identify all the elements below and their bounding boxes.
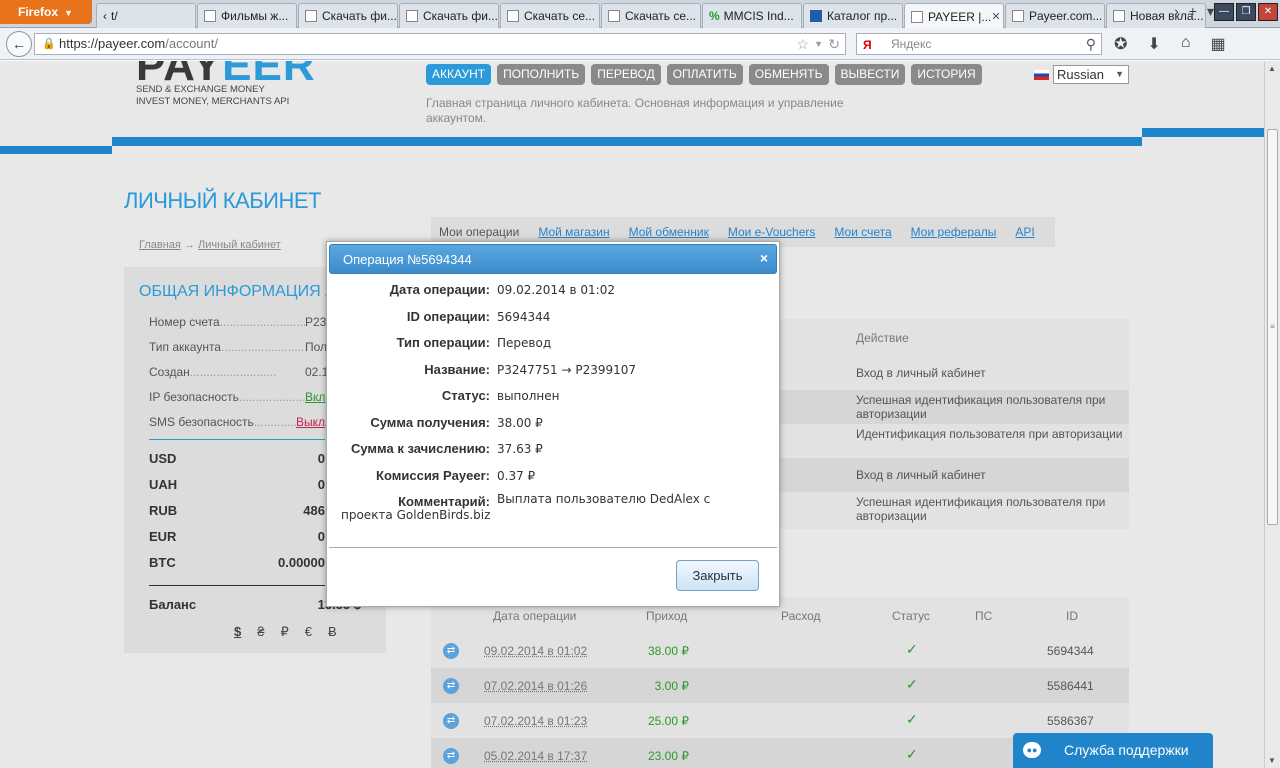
- tab-strip: ‹ t/ Фильмы ж... Скачать фи... Скачать фи…: [96, 3, 1207, 29]
- dialog-title: Операция №5694344: [343, 252, 472, 267]
- tab-4[interactable]: Скачать се...: [500, 3, 600, 28]
- field-label: ID операции:: [406, 309, 490, 324]
- comment-value: Выплата пользователю DedAlex с проекта G…: [341, 492, 711, 522]
- reload-icon[interactable]: ↻: [828, 34, 840, 54]
- page-icon: [406, 10, 418, 22]
- field-label: Комиссия Payeer:: [376, 468, 490, 483]
- page-icon: [204, 10, 216, 22]
- close-window-icon[interactable]: ✕: [1258, 3, 1278, 21]
- scrollbar[interactable]: ▲ ≡ ▼: [1264, 61, 1280, 768]
- bookmark-star-icon[interactable]: ☆: [796, 34, 809, 54]
- tab-9[interactable]: Payeer.com...: [1005, 3, 1105, 28]
- chevron-down-icon[interactable]: ▼: [814, 34, 823, 54]
- new-tab-icon[interactable]: +: [1189, 3, 1197, 20]
- page-icon: [305, 10, 317, 22]
- field-value: 0.37 ₽: [497, 469, 536, 483]
- scroll-right-icon[interactable]: ›: [1174, 3, 1179, 20]
- percent-icon: %: [709, 9, 720, 23]
- field-value: Перевод: [497, 336, 552, 350]
- scroll-down-icon[interactable]: ▼: [1268, 756, 1276, 765]
- support-button[interactable]: ●● Служба поддержки: [1013, 733, 1213, 768]
- browser-window: Firefox ▼ ‹ t/ Фильмы ж... Скачать фи... С…: [0, 0, 1280, 768]
- close-button[interactable]: Закрыть: [676, 560, 759, 591]
- back-button[interactable]: ←: [6, 31, 32, 57]
- field-label: Дата операции:: [389, 282, 490, 297]
- minimize-icon[interactable]: —: [1214, 3, 1234, 21]
- scroll-left-icon: ‹: [103, 9, 107, 23]
- tab-8-active[interactable]: PAYEER |... ✕: [904, 3, 1004, 29]
- yandex-icon[interactable]: Я: [863, 35, 872, 55]
- field-label: Статус:: [441, 388, 490, 403]
- page-icon: [507, 10, 519, 22]
- field-value: 38.00 ₽: [497, 416, 543, 430]
- bookmarks-icon[interactable]: ✪: [1114, 34, 1127, 54]
- scrollbar-thumb[interactable]: ≡: [1267, 129, 1278, 525]
- page-icon: [1012, 10, 1024, 22]
- field-label: Тип операции:: [396, 335, 490, 350]
- tab-1[interactable]: Фильмы ж...: [197, 3, 297, 28]
- field-label: Сумма получения:: [370, 415, 490, 430]
- tab-0[interactable]: ‹ t/: [96, 3, 196, 28]
- tab-bar: Firefox ▼ ‹ t/ Фильмы ж... Скачать фи... С…: [0, 0, 1280, 29]
- dialog-header[interactable]: Операция №5694344 ×: [329, 244, 777, 274]
- tab-5[interactable]: Скачать се...: [601, 3, 701, 28]
- scroll-up-icon[interactable]: ▲: [1268, 64, 1276, 73]
- restore-icon[interactable]: ❐: [1236, 3, 1256, 21]
- close-tab-icon[interactable]: ✕: [991, 6, 1000, 28]
- download-icon[interactable]: ⬇: [1147, 34, 1160, 54]
- divider: [329, 547, 777, 548]
- tab-6[interactable]: % MMCIS Ind...: [702, 3, 802, 28]
- field-value: 09.02.2014 в 01:02: [497, 283, 615, 297]
- search-icon[interactable]: ⚲: [1086, 34, 1096, 54]
- page-icon: [1113, 10, 1125, 22]
- page-content: PAYEER SEND & EXCHANGE MONEY INVEST MONE…: [0, 61, 1264, 768]
- home-icon[interactable]: ⌂: [1181, 34, 1191, 54]
- field-value: выполнен: [497, 389, 560, 403]
- catalog-icon: [810, 10, 822, 22]
- firefox-menu-button[interactable]: Firefox ▼: [0, 0, 92, 24]
- chat-icon: ●●: [1023, 742, 1041, 758]
- tab-3[interactable]: Скачать фи...: [399, 3, 499, 28]
- url-bar[interactable]: 🔒 https://payeer.com/account/ ☆ ▼ ↻: [34, 33, 846, 55]
- field-value: P3247751 → P2399107: [497, 363, 637, 377]
- lock-icon: 🔒: [42, 38, 56, 50]
- operation-dialog: Операция №5694344 × Дата операции: 09.02…: [326, 241, 780, 607]
- field-label: Название:: [424, 362, 490, 377]
- tab-7[interactable]: Каталог пр...: [803, 3, 903, 28]
- page-icon: [608, 10, 620, 22]
- chevron-down-icon: ▼: [64, 8, 73, 18]
- list-tabs-icon[interactable]: ▾: [1207, 3, 1214, 20]
- field-label: Сумма к зачислению:: [350, 441, 490, 456]
- field-value: 37.63 ₽: [497, 442, 543, 456]
- search-input[interactable]: Я Яндекс ⚲: [856, 33, 1102, 55]
- toolbar-icons: ✪ ⬇ ⌂ ▦: [1114, 34, 1226, 54]
- window-buttons: — ❐ ✕: [1214, 3, 1278, 21]
- navigation-bar: ← 🔒 https://payeer.com/account/ ☆ ▼ ↻ Я …: [0, 28, 1280, 60]
- tab-2[interactable]: Скачать фи...: [298, 3, 398, 28]
- close-icon[interactable]: ×: [760, 250, 768, 266]
- addon-icon[interactable]: ▦: [1210, 34, 1225, 54]
- tab-controls: › + ▾: [1174, 3, 1214, 20]
- page-icon: [911, 10, 923, 23]
- field-value: 5694344: [497, 310, 551, 324]
